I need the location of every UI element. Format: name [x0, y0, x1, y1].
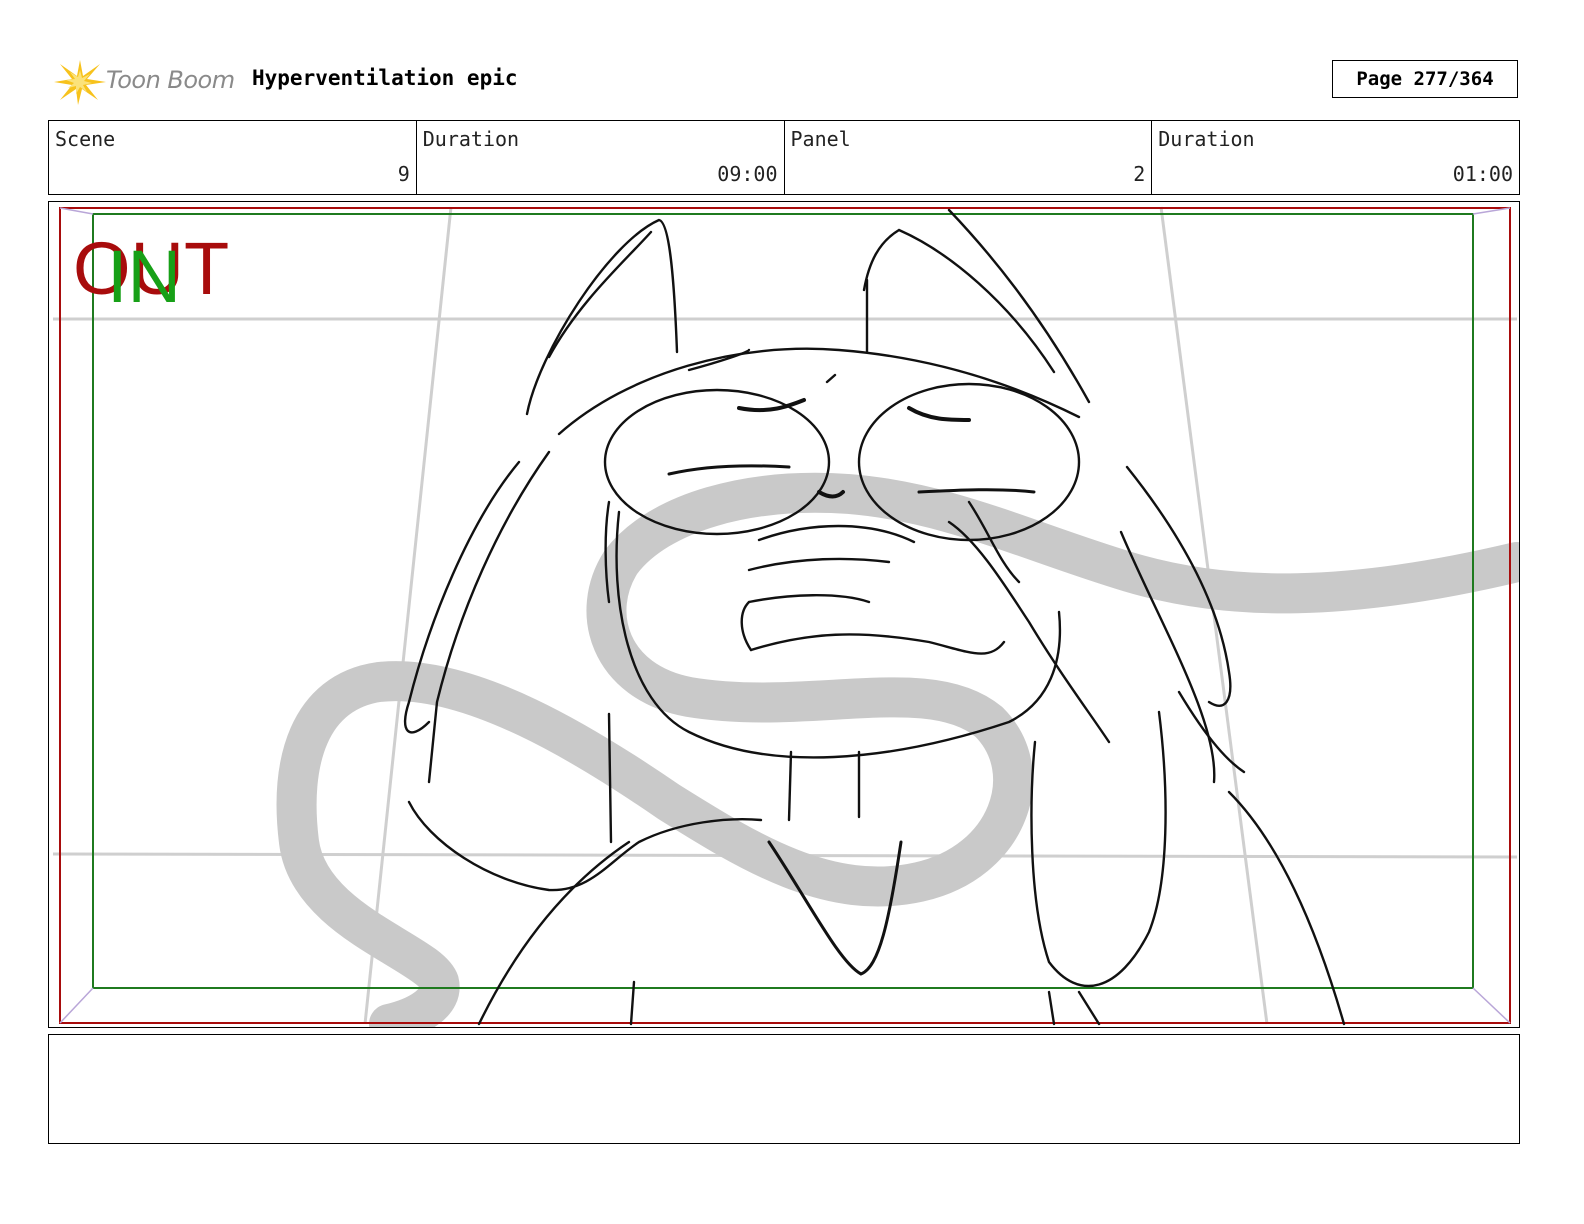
page-header: Toon Boom Hyperventilation epic Page 277…: [48, 54, 1520, 106]
perspective-guides: [52, 206, 1518, 1025]
scene-value: 9: [397, 162, 410, 186]
scene-duration-label: Duration: [422, 127, 520, 151]
panel-label: Panel: [790, 127, 851, 151]
in-marker: IN: [107, 235, 181, 318]
scene-cell: Scene 9: [49, 121, 417, 194]
panel-duration-label: Duration: [1158, 127, 1255, 151]
scene-label: Scene: [55, 127, 116, 151]
scene-duration-value: 09:00: [717, 162, 778, 186]
frame-corner-lines: [59, 207, 1511, 1024]
toon-boom-logo: Toon Boom: [52, 56, 242, 106]
swirl-stroke: [276, 472, 1519, 1027]
panel-duration-value: 01:00: [1452, 162, 1513, 186]
panel-notes: [48, 1034, 1520, 1144]
document-title: Hyperventilation epic: [252, 66, 518, 90]
panel-info-table: Scene 9 Duration 09:00 Panel 2 Duration …: [48, 120, 1520, 195]
logo-text: Toon Boom: [106, 66, 235, 94]
out-frame: [59, 207, 1511, 1024]
panel-sketch: [52, 206, 1519, 1027]
panel-duration-cell: Duration 01:00: [1152, 121, 1519, 194]
starburst-icon: [54, 60, 106, 105]
page-counter: Page 277/364: [1332, 60, 1518, 98]
panel-cell: Panel 2: [785, 121, 1153, 194]
storyboard-panel: OUT IN: [48, 201, 1520, 1028]
panel-value: 2: [1133, 162, 1146, 186]
scene-duration-cell: Duration 09:00: [417, 121, 785, 194]
